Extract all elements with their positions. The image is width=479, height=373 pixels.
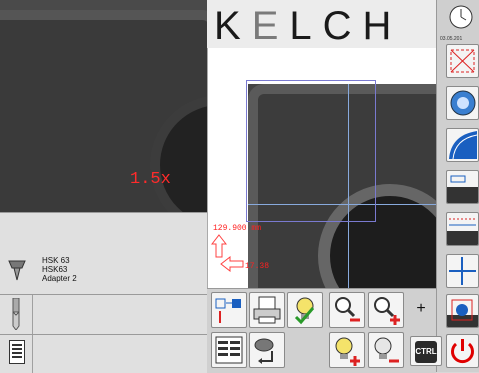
- date-label: 03.05.201: [440, 36, 463, 42]
- power-icon: [451, 339, 474, 364]
- zoom-in-icon: [374, 297, 400, 325]
- measurement-x-value: 129.900 mm: [213, 224, 262, 233]
- bulb-plus-icon: [335, 337, 360, 366]
- holder-arrow-button[interactable]: [249, 332, 285, 368]
- measure-button[interactable]: [446, 170, 479, 204]
- bulb-check-button[interactable]: [287, 292, 323, 328]
- tool-row-list[interactable]: [0, 334, 207, 373]
- table-icon: [215, 336, 243, 364]
- power-button[interactable]: [446, 334, 479, 368]
- contour-button[interactable]: [446, 128, 479, 162]
- axis-button[interactable]: [446, 254, 479, 288]
- separator: [32, 335, 33, 373]
- holder-arrow-icon: [254, 338, 274, 364]
- grid-icon: [447, 218, 478, 245]
- bulb-plus-button[interactable]: [329, 332, 365, 368]
- clock-icon: [448, 4, 474, 30]
- crosshair-button[interactable]: [446, 44, 479, 78]
- print-button[interactable]: [249, 292, 285, 328]
- measurement-frame: [246, 80, 376, 222]
- table-button[interactable]: [211, 332, 247, 368]
- measurement-z-value: 17.38: [245, 262, 270, 271]
- arrow-up-icon: [210, 234, 228, 258]
- ctrl-label: CTRL: [415, 341, 437, 363]
- bulb-minus-icon: [374, 337, 399, 363]
- tool-info-panel: [0, 212, 207, 295]
- zoom-in-button[interactable]: [368, 292, 404, 328]
- save-icon: [215, 298, 241, 323]
- axis-icon: [449, 257, 476, 285]
- drill-icon: [10, 297, 22, 331]
- camera-view-left[interactable]: [0, 0, 207, 212]
- tool-row-drill[interactable]: [0, 294, 207, 335]
- printer-icon: [253, 296, 281, 324]
- zoom-out-icon: [335, 297, 360, 322]
- target-icon: [447, 299, 478, 327]
- crosshair-icon: [450, 49, 475, 73]
- measurement-view[interactable]: [207, 48, 437, 288]
- bulb-check-icon: [294, 297, 315, 325]
- tool-holder-text: HSK 63 HSK63 Adapter 2: [42, 256, 77, 283]
- kelch-logo: KELCH: [214, 4, 403, 48]
- target-button[interactable]: [446, 294, 479, 328]
- zoom-out-button[interactable]: [329, 292, 365, 328]
- lens-icon: [450, 90, 476, 116]
- zoom-label: 1.5x: [130, 170, 171, 189]
- tool-holder-icon: [6, 258, 28, 282]
- grid-button[interactable]: [446, 212, 479, 246]
- save-button[interactable]: [211, 292, 247, 328]
- plus-button[interactable]: +: [410, 300, 432, 322]
- list-icon[interactable]: [9, 340, 25, 364]
- holder-line-1: HSK 63: [42, 256, 70, 265]
- holder-line-2: HSK63: [42, 265, 68, 274]
- ctrl-button[interactable]: CTRL: [410, 336, 442, 366]
- bulb-minus-button[interactable]: [368, 332, 404, 368]
- lens-button[interactable]: [446, 86, 479, 120]
- holder-line-3: Adapter 2: [42, 274, 77, 283]
- arrow-left-icon: [220, 255, 244, 273]
- contour-icon: [449, 131, 478, 160]
- separator: [32, 295, 33, 335]
- measure-icon: [447, 175, 478, 203]
